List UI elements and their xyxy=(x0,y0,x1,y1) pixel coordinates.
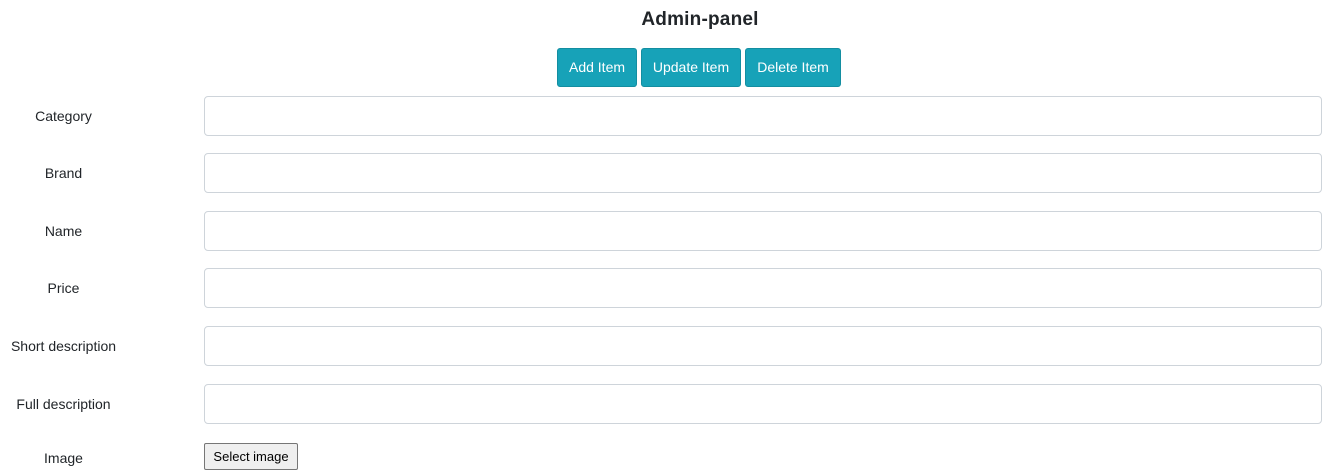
price-label: Price xyxy=(47,280,80,296)
page-title: Admin-panel xyxy=(641,9,759,30)
delete-item-button[interactable]: Delete Item xyxy=(745,48,841,87)
short-description-row: Short description xyxy=(0,326,1327,366)
category-row: Category xyxy=(0,96,1327,136)
name-input[interactable] xyxy=(204,211,1322,251)
brand-label: Brand xyxy=(44,165,83,181)
name-label: Name xyxy=(44,223,83,239)
name-row: Name xyxy=(0,211,1327,251)
short-description-label: Short description xyxy=(10,338,117,354)
short-description-input[interactable] xyxy=(204,326,1322,366)
update-item-button[interactable]: Update Item xyxy=(641,48,741,87)
select-image-button[interactable]: Select image xyxy=(204,443,298,470)
add-item-button[interactable]: Add Item xyxy=(557,48,637,87)
image-label: Image xyxy=(44,450,83,466)
category-label: Category xyxy=(35,108,92,124)
full-description-row: Full description xyxy=(0,384,1327,424)
price-row: Price xyxy=(0,268,1327,308)
action-toolbar: Add Item Update Item Delete Item xyxy=(557,48,841,87)
brand-row: Brand xyxy=(0,153,1327,193)
full-description-label: Full description xyxy=(16,396,111,412)
category-input[interactable] xyxy=(204,96,1322,136)
brand-input[interactable] xyxy=(204,153,1322,193)
price-input[interactable] xyxy=(204,268,1322,308)
full-description-input[interactable] xyxy=(204,384,1322,424)
